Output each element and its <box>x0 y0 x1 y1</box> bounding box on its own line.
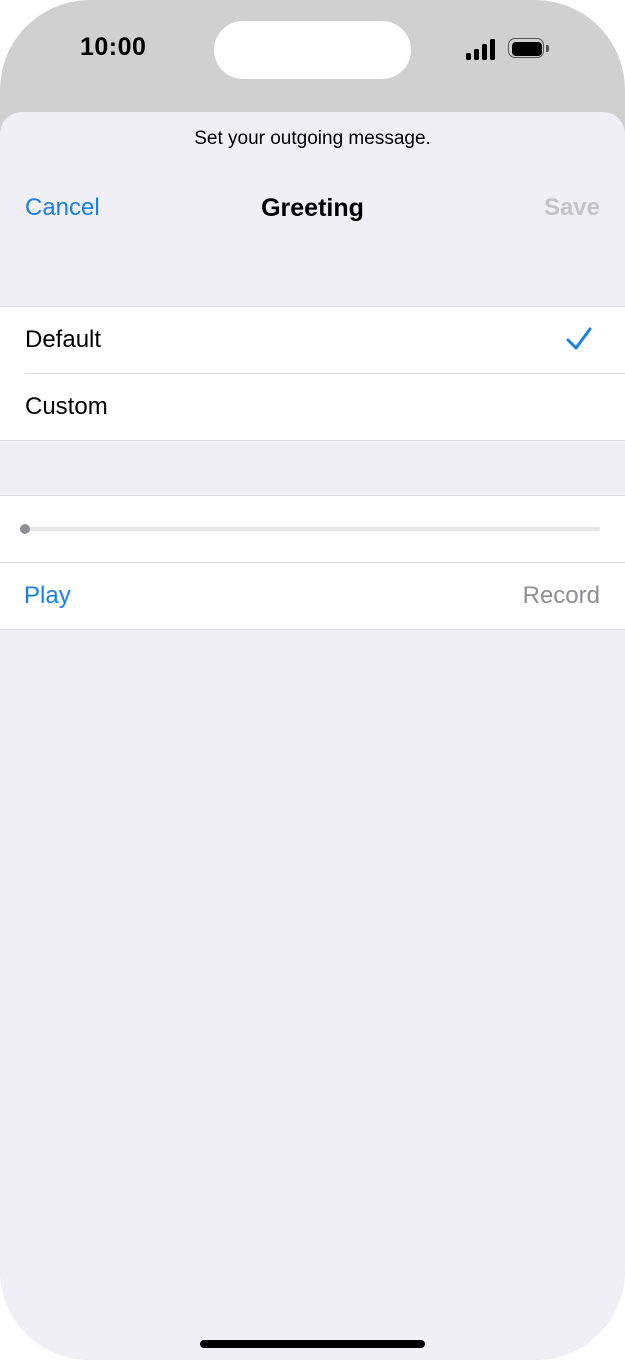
cellular-signal-icon <box>466 38 498 60</box>
greeting-options-list: Default Custom <box>0 306 625 441</box>
greeting-sheet: Set your outgoing message. Cancel Greeti… <box>0 112 625 1360</box>
row-divider <box>0 562 625 563</box>
option-custom[interactable]: Custom <box>0 374 625 440</box>
home-indicator[interactable] <box>200 1340 425 1348</box>
cancel-button[interactable]: Cancel <box>25 194 100 222</box>
status-bar: 10:00 <box>0 0 625 100</box>
option-default[interactable]: Default <box>0 307 625 373</box>
option-label: Custom <box>25 393 108 420</box>
greeting-player: Play Record <box>0 495 625 630</box>
scrubber-thumb[interactable] <box>20 524 30 534</box>
battery-icon <box>508 38 552 60</box>
dynamic-island <box>214 21 411 79</box>
playback-scrubber[interactable] <box>24 527 600 531</box>
phone-screen: 10:00 Set your outgoing message. Cancel … <box>0 0 625 1360</box>
navigation-bar: Cancel Greeting Save <box>0 190 625 230</box>
play-button[interactable]: Play <box>24 582 71 610</box>
checkmark-icon <box>566 327 592 350</box>
status-time: 10:00 <box>80 33 147 61</box>
sheet-prompt: Set your outgoing message. <box>194 128 431 149</box>
record-button[interactable]: Record <box>523 582 600 610</box>
option-label: Default <box>25 326 102 353</box>
save-button[interactable]: Save <box>544 194 600 222</box>
